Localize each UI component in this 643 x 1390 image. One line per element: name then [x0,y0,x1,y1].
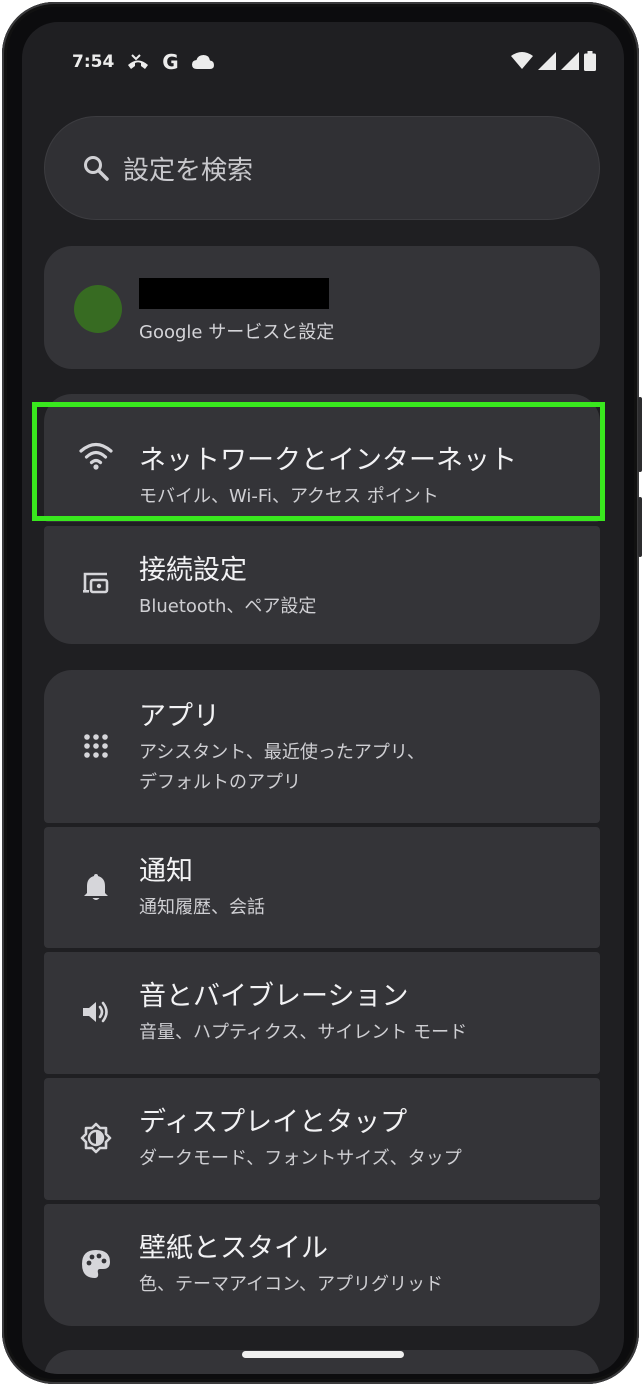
settings-item-apps[interactable]: アプリ アシスタント、最近使ったアプリ、 デフォルトのアプリ [44,670,600,823]
signal-icon [538,52,556,70]
brightness-icon [76,1118,116,1158]
settings-item-wallpaper[interactable]: 壁紙とスタイル 色、テーマアイコン、アプリグリッド [44,1204,600,1326]
search-bar[interactable]: 設定を検索 [44,116,600,220]
item-desc: 通知履歴、会話 [139,897,265,918]
settings-item-display[interactable]: ディスプレイとタップ ダークモード、フォントサイズ、タップ [44,1078,600,1200]
phone-frame: 7:54 G 設定を検索 Google サービスと設定 ネットワークとインターネ… [2,2,642,1384]
item-title: 壁紙とスタイル [139,1233,328,1264]
highlight-box [32,402,605,521]
item-title: アプリ [139,701,220,732]
wifi-icon [511,52,533,70]
item-title: 接続設定 [139,555,247,586]
account-card[interactable]: Google サービスと設定 [44,246,600,369]
settings-item-connected-devices[interactable]: 接続設定 Bluetooth、ペア設定 [44,526,600,644]
missed-call-icon [126,52,150,72]
volume-button [638,497,642,557]
item-desc: 音量、ハプティクス、サイレント モード [139,1022,468,1043]
status-time: 7:54 [72,52,115,72]
connected-devices-icon [76,563,116,603]
settings-item-notifications[interactable]: 通知 通知履歴、会話 [44,827,600,948]
item-desc: Bluetooth、ペア設定 [139,596,317,617]
palette-icon [76,1244,116,1284]
battery-icon [584,51,596,71]
cloud-icon [191,54,215,70]
item-desc: ダークモード、フォントサイズ、タップ [139,1148,462,1169]
search-placeholder: 設定を検索 [123,155,254,186]
settings-item-sound[interactable]: 音とバイブレーション 音量、ハプティクス、サイレント モード [44,952,600,1074]
speaker-icon [76,992,116,1032]
item-title: 通知 [139,856,193,887]
status-bar: 7:54 G [22,22,624,100]
apps-grid-icon [76,726,116,766]
google-icon: G [162,50,179,74]
item-desc: アシスタント、最近使ったアプリ、 [139,742,425,763]
bell-icon [76,867,116,907]
signal-icon [561,52,579,70]
screen: 7:54 G 設定を検索 Google サービスと設定 ネットワークとインターネ… [22,22,624,1374]
item-desc-2: デフォルトのアプリ [139,772,301,793]
gesture-nav-bar[interactable] [242,1351,404,1358]
item-title: ディスプレイとタップ [139,1107,408,1138]
redacted-account-name [139,278,329,309]
item-title: 音とバイブレーション [139,981,409,1012]
item-desc: 色、テーマアイコン、アプリグリッド [139,1274,444,1295]
power-button [638,397,642,472]
avatar [74,285,122,333]
search-icon [79,151,113,185]
account-subtitle: Google サービスと設定 [139,322,335,343]
